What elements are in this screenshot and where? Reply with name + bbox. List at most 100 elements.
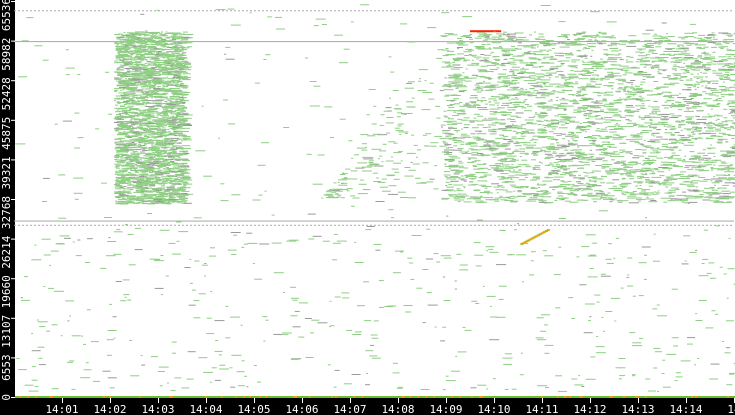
flow-mark	[139, 197, 142, 199]
flow-mark	[488, 101, 491, 103]
flow-mark	[177, 87, 181, 89]
flow-mark	[551, 122, 560, 124]
flow-mark	[695, 169, 704, 171]
flow-mark	[151, 144, 154, 146]
flow-mark	[581, 60, 584, 62]
flow-mark	[170, 72, 174, 74]
flow-mark	[704, 159, 709, 161]
flow-mark	[669, 48, 676, 49]
flow-mark	[668, 116, 671, 118]
flow-mark	[652, 172, 655, 174]
flow-mark	[139, 173, 146, 175]
flow-mark	[494, 102, 500, 104]
flow-mark	[619, 43, 627, 45]
flow-mark	[114, 60, 119, 62]
flow-mark	[651, 94, 659, 96]
flow-mark	[653, 81, 659, 82]
flow-mark	[638, 55, 648, 57]
flow-mark	[177, 108, 181, 110]
dotted-64000-dot	[38, 10, 40, 12]
dotted-28500-dot	[258, 224, 260, 226]
flow-mark	[173, 35, 179, 37]
dotted-64000-dot	[226, 10, 228, 12]
flow-mark	[668, 142, 674, 144]
flow-mark	[582, 48, 585, 50]
flow-mark	[594, 64, 604, 66]
flow-mark	[161, 127, 166, 129]
dotted-64000-dot	[74, 10, 76, 12]
flow-mark	[179, 164, 184, 166]
flow-mark	[503, 84, 511, 86]
flow-mark	[114, 159, 118, 160]
flow-mark	[113, 71, 120, 73]
dotted-28500-dot	[298, 224, 300, 226]
flow-mark	[540, 111, 547, 113]
dotted-28500-dot	[54, 224, 56, 226]
flow-mark	[718, 56, 727, 58]
dotted-28500-dot	[322, 224, 324, 226]
flow-mark	[135, 122, 138, 124]
flow-mark	[127, 91, 136, 93]
flow-mark	[148, 148, 154, 150]
flow-mark	[156, 114, 160, 116]
dotted-64000-dot	[242, 10, 244, 12]
flow-mark	[166, 109, 173, 111]
flow-mark	[495, 170, 504, 172]
dotted-64000-dot	[566, 10, 568, 12]
flow-mark	[682, 45, 685, 47]
flow-mark	[184, 34, 194, 35]
flow-mark	[698, 34, 706, 36]
flow-mark	[138, 49, 143, 51]
flow-mark	[452, 58, 461, 60]
flow-mark	[153, 152, 162, 154]
flow-mark	[446, 42, 455, 44]
flow-mark	[710, 144, 712, 146]
flow-mark	[163, 170, 171, 172]
flow-mark	[625, 139, 635, 141]
flow-mark	[684, 167, 690, 168]
flow-mark	[132, 96, 136, 98]
flow-mark	[524, 92, 535, 94]
dotted-64000-dot	[222, 10, 224, 12]
flow-mark	[486, 143, 489, 145]
flow-mark	[681, 38, 686, 40]
flow-mark	[160, 200, 170, 202]
flow-mark	[500, 199, 508, 201]
flow-mark	[629, 193, 639, 195]
flow-mark	[150, 130, 153, 132]
flow-mark	[166, 86, 169, 87]
flow-mark	[463, 127, 469, 129]
flow-mark	[538, 117, 545, 119]
flow-mark	[531, 159, 537, 161]
dotted-64000-dot	[554, 10, 556, 12]
dotted-28500-dot	[666, 224, 668, 226]
flow-mark	[114, 90, 118, 92]
flow-mark	[455, 177, 461, 179]
flow-mark	[670, 106, 673, 108]
flow-mark	[609, 201, 612, 203]
dotted-28500-dot	[346, 224, 348, 226]
flow-mark	[115, 188, 122, 190]
flow-mark	[535, 112, 537, 114]
flow-mark	[118, 178, 126, 180]
flow-mark	[690, 98, 694, 99]
flow-mark	[115, 177, 121, 179]
flow-mark	[115, 185, 123, 187]
dotted-64000-dot	[654, 10, 656, 12]
flow-mark	[730, 74, 735, 75]
flow-mark	[114, 62, 119, 64]
flow-mark	[143, 130, 146, 132]
flow-mark	[605, 127, 608, 129]
dotted-64000-dot	[718, 10, 720, 12]
flow-mark	[577, 125, 584, 127]
dotted-28500-dot	[474, 224, 476, 226]
flow-mark	[668, 139, 678, 141]
flow-mark	[693, 86, 697, 88]
flow-mark	[183, 184, 186, 186]
flow-mark	[691, 180, 700, 182]
flow-mark	[181, 166, 190, 168]
flow-mark	[651, 176, 662, 178]
flow-mark	[139, 95, 148, 97]
flow-mark	[531, 47, 536, 49]
flow-mark	[590, 55, 593, 57]
